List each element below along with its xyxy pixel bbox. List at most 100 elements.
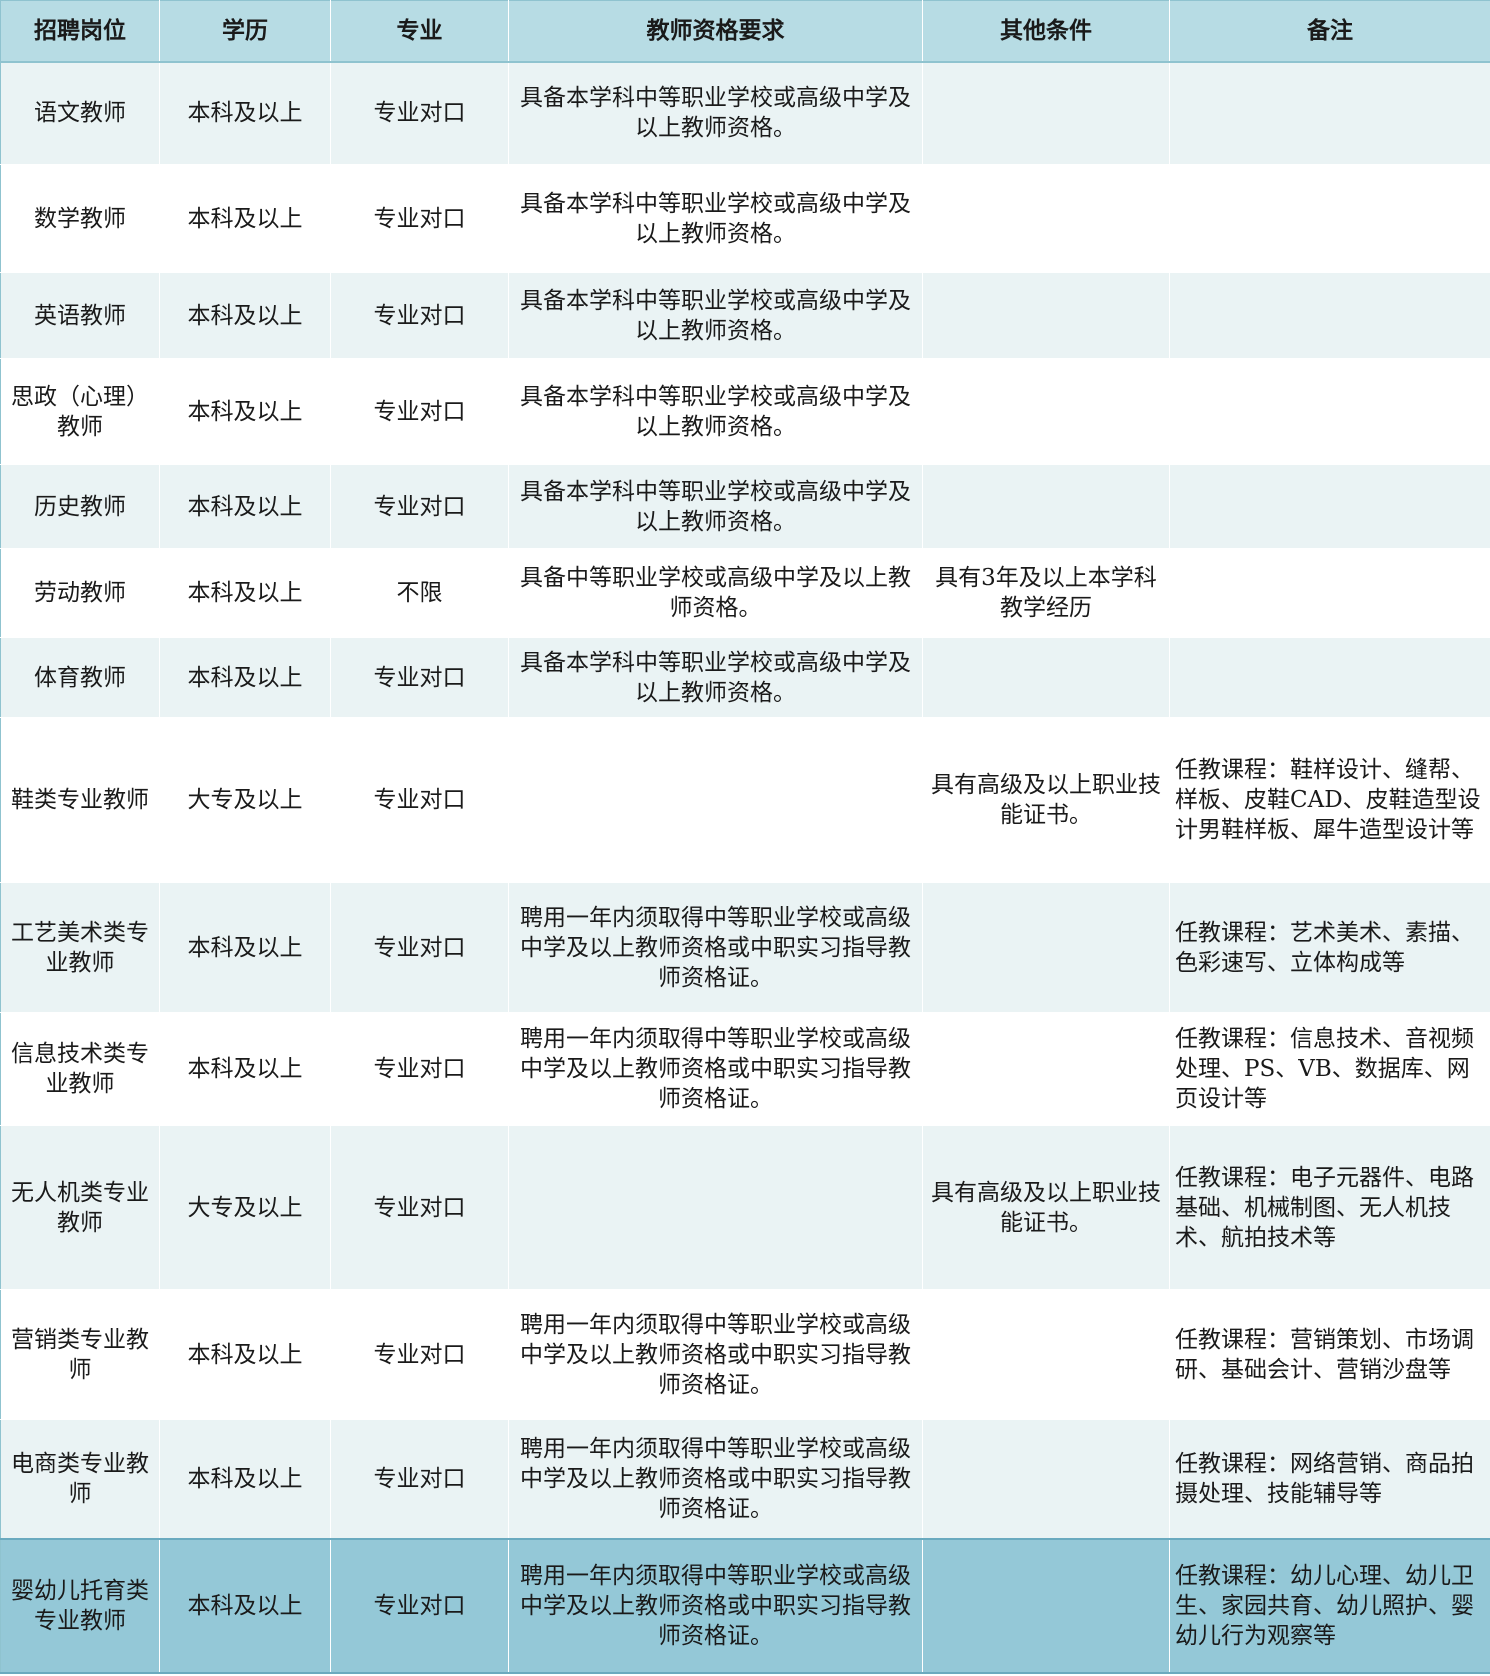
other-cell — [922, 1289, 1170, 1420]
education-cell: 本科及以上 — [159, 1419, 331, 1539]
note-cell — [1169, 464, 1490, 549]
position-cell: 无人机类专业教师 — [0, 1125, 160, 1290]
education-cell: 本科及以上 — [159, 1537, 331, 1674]
note-cell: 任教课程：艺术美术、素描、色彩速写、立体构成等 — [1169, 882, 1490, 1013]
table-row: 语文教师 本科及以上 专业对口 具备本学科中等职业学校或高级中学及以上教师资格。 — [0, 61, 1490, 165]
major-cell: 专业对口 — [330, 464, 509, 549]
table-row: 无人机类专业教师 大专及以上 专业对口 具有高级及以上职业技能证书。 任教课程：… — [0, 1125, 1490, 1290]
other-cell — [922, 358, 1170, 465]
table-row: 工艺美术类专业教师 本科及以上 专业对口 聘用一年内须取得中等职业学校或高级中学… — [0, 882, 1490, 1013]
education-cell: 本科及以上 — [159, 272, 331, 359]
other-cell — [922, 637, 1170, 718]
major-cell: 专业对口 — [330, 164, 509, 273]
education-cell: 本科及以上 — [159, 882, 331, 1013]
position-cell: 信息技术类专业教师 — [0, 1012, 160, 1126]
major-cell: 专业对口 — [330, 1012, 509, 1126]
major-cell: 不限 — [330, 548, 509, 638]
table-row: 电商类专业教师 本科及以上 专业对口 聘用一年内须取得中等职业学校或高级中学及以… — [0, 1419, 1490, 1539]
note-cell: 任教课程：鞋样设计、缝帮、样板、皮鞋CAD、皮鞋造型设计男鞋样板、犀牛造型设计等 — [1169, 717, 1490, 883]
header-major: 专业 — [330, 0, 509, 63]
table-row: 劳动教师 本科及以上 不限 具备中等职业学校或高级中学及以上教师资格。 具有3年… — [0, 548, 1490, 638]
other-cell — [922, 61, 1170, 165]
position-cell: 历史教师 — [0, 464, 160, 549]
education-cell: 本科及以上 — [159, 61, 331, 165]
position-cell: 电商类专业教师 — [0, 1419, 160, 1539]
position-cell: 婴幼儿托育类专业教师 — [0, 1537, 160, 1674]
other-cell: 具有3年及以上本学科教学经历 — [922, 548, 1170, 638]
qualification-cell: 具备本学科中等职业学校或高级中学及以上教师资格。 — [508, 272, 923, 359]
note-cell: 任教课程：信息技术、音视频处理、PS、VB、数据库、网页设计等 — [1169, 1012, 1490, 1126]
note-cell — [1169, 61, 1490, 165]
education-cell: 大专及以上 — [159, 1125, 331, 1290]
table-row: 婴幼儿托育类专业教师 本科及以上 专业对口 聘用一年内须取得中等职业学校或高级中… — [0, 1537, 1490, 1674]
note-cell — [1169, 548, 1490, 638]
education-cell: 本科及以上 — [159, 1289, 331, 1420]
major-cell: 专业对口 — [330, 61, 509, 165]
header-note: 备注 — [1169, 0, 1490, 63]
major-cell: 专业对口 — [330, 1125, 509, 1290]
position-cell: 语文教师 — [0, 61, 160, 165]
note-cell: 任教课程：幼儿心理、幼儿卫生、家园共育、幼儿照护、婴幼儿行为观察等 — [1169, 1537, 1490, 1674]
position-cell: 营销类专业教师 — [0, 1289, 160, 1420]
qualification-cell: 具备本学科中等职业学校或高级中学及以上教师资格。 — [508, 164, 923, 273]
education-cell: 大专及以上 — [159, 717, 331, 883]
position-cell: 体育教师 — [0, 637, 160, 718]
table-row: 思政（心理）教师 本科及以上 专业对口 具备本学科中等职业学校或高级中学及以上教… — [0, 358, 1490, 465]
header-position: 招聘岗位 — [0, 0, 160, 63]
other-cell — [922, 1537, 1170, 1674]
qualification-cell: 聘用一年内须取得中等职业学校或高级中学及以上教师资格或中职实习指导教师资格证。 — [508, 882, 923, 1013]
major-cell: 专业对口 — [330, 882, 509, 1013]
qualification-cell: 具备本学科中等职业学校或高级中学及以上教师资格。 — [508, 464, 923, 549]
major-cell: 专业对口 — [330, 717, 509, 883]
qualification-cell: 具备本学科中等职业学校或高级中学及以上教师资格。 — [508, 61, 923, 165]
other-cell: 具有高级及以上职业技能证书。 — [922, 1125, 1170, 1290]
table-row: 数学教师 本科及以上 专业对口 具备本学科中等职业学校或高级中学及以上教师资格。 — [0, 164, 1490, 273]
qualification-cell: 聘用一年内须取得中等职业学校或高级中学及以上教师资格或中职实习指导教师资格证。 — [508, 1289, 923, 1420]
major-cell: 专业对口 — [330, 1419, 509, 1539]
qualification-cell: 具备中等职业学校或高级中学及以上教师资格。 — [508, 548, 923, 638]
major-cell: 专业对口 — [330, 1289, 509, 1420]
table-row: 历史教师 本科及以上 专业对口 具备本学科中等职业学校或高级中学及以上教师资格。 — [0, 464, 1490, 549]
education-cell: 本科及以上 — [159, 637, 331, 718]
recruitment-table: 招聘岗位 学历 专业 教师资格要求 其他条件 备注 语文教师 本科及以上 专业对… — [0, 0, 1490, 1674]
other-cell — [922, 272, 1170, 359]
note-cell: 任教课程：营销策划、市场调研、基础会计、营销沙盘等 — [1169, 1289, 1490, 1420]
note-cell: 任教课程：电子元器件、电路基础、机械制图、无人机技术、航拍技术等 — [1169, 1125, 1490, 1290]
qualification-cell — [508, 1125, 923, 1290]
note-cell — [1169, 637, 1490, 718]
table-row: 鞋类专业教师 大专及以上 专业对口 具有高级及以上职业技能证书。 任教课程：鞋样… — [0, 717, 1490, 883]
position-cell: 思政（心理）教师 — [0, 358, 160, 465]
qualification-cell: 具备本学科中等职业学校或高级中学及以上教师资格。 — [508, 358, 923, 465]
education-cell: 本科及以上 — [159, 548, 331, 638]
note-cell — [1169, 164, 1490, 273]
education-cell: 本科及以上 — [159, 464, 331, 549]
major-cell: 专业对口 — [330, 272, 509, 359]
qualification-cell: 聘用一年内须取得中等职业学校或高级中学及以上教师资格或中职实习指导教师资格证。 — [508, 1537, 923, 1674]
other-cell: 具有高级及以上职业技能证书。 — [922, 717, 1170, 883]
header-row: 招聘岗位 学历 专业 教师资格要求 其他条件 备注 — [0, 0, 1490, 63]
position-cell: 数学教师 — [0, 164, 160, 273]
table-row: 信息技术类专业教师 本科及以上 专业对口 聘用一年内须取得中等职业学校或高级中学… — [0, 1012, 1490, 1126]
table-row: 英语教师 本科及以上 专业对口 具备本学科中等职业学校或高级中学及以上教师资格。 — [0, 272, 1490, 359]
education-cell: 本科及以上 — [159, 1012, 331, 1126]
header-education: 学历 — [159, 0, 331, 63]
major-cell: 专业对口 — [330, 1537, 509, 1674]
note-cell — [1169, 272, 1490, 359]
qualification-cell: 具备本学科中等职业学校或高级中学及以上教师资格。 — [508, 637, 923, 718]
position-cell: 劳动教师 — [0, 548, 160, 638]
table-row: 营销类专业教师 本科及以上 专业对口 聘用一年内须取得中等职业学校或高级中学及以… — [0, 1289, 1490, 1420]
note-cell: 任教课程：网络营销、商品拍摄处理、技能辅导等 — [1169, 1419, 1490, 1539]
note-cell — [1169, 358, 1490, 465]
education-cell: 本科及以上 — [159, 164, 331, 273]
major-cell: 专业对口 — [330, 358, 509, 465]
other-cell — [922, 164, 1170, 273]
other-cell — [922, 464, 1170, 549]
header-other: 其他条件 — [922, 0, 1170, 63]
other-cell — [922, 882, 1170, 1013]
table-row: 体育教师 本科及以上 专业对口 具备本学科中等职业学校或高级中学及以上教师资格。 — [0, 637, 1490, 718]
header-qualification: 教师资格要求 — [508, 0, 923, 63]
major-cell: 专业对口 — [330, 637, 509, 718]
position-cell: 工艺美术类专业教师 — [0, 882, 160, 1013]
education-cell: 本科及以上 — [159, 358, 331, 465]
other-cell — [922, 1012, 1170, 1126]
